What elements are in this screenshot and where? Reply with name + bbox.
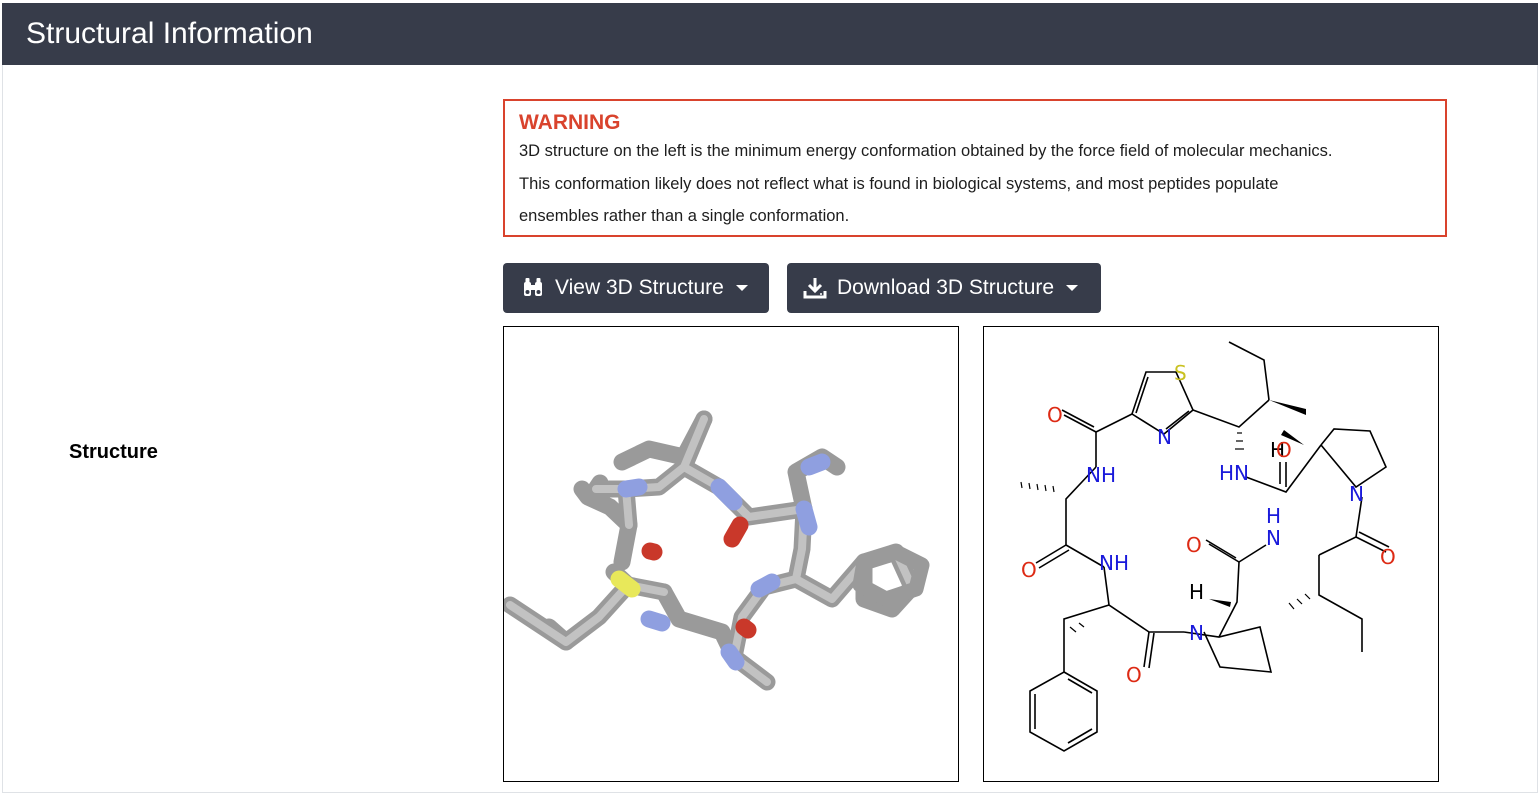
oxygen-atom-label: O xyxy=(1276,438,1292,462)
nitrogen-atom-label: N xyxy=(1189,621,1204,645)
h-atom-label: H xyxy=(1266,504,1281,528)
structure-3d-viewer[interactable] xyxy=(503,326,959,782)
section-title: Structural Information xyxy=(26,17,313,50)
warning-line: This conformation likely does not reflec… xyxy=(519,174,1279,193)
structure-row-label: Structure xyxy=(69,441,158,463)
warning-text: 3D structure on the left is the minimum … xyxy=(519,135,1431,233)
oxygen-atom-label: O xyxy=(1126,663,1142,687)
oxygen-atom-label: O xyxy=(1380,545,1396,569)
nitrogen-atom-label: N xyxy=(1349,482,1364,506)
binoculars-icon xyxy=(521,276,545,300)
structure-2d-diagram: S N O NH HN H O N H N O O O NH H N O xyxy=(983,326,1439,782)
oxygen-atom-label: O xyxy=(1021,558,1037,582)
oxygen-atom-label: O xyxy=(1047,403,1063,427)
warning-title: WARNING xyxy=(519,111,621,134)
view-3d-structure-button[interactable]: View 3D Structure xyxy=(503,263,769,313)
nitrogen-atom-label: N xyxy=(1157,425,1172,449)
hn-label: HN xyxy=(1219,461,1249,485)
download-3d-structure-button[interactable]: Download 3D Structure xyxy=(787,263,1101,313)
chevron-down-icon xyxy=(1066,285,1079,291)
chevron-down-icon xyxy=(735,285,748,291)
card-header: Structural Information xyxy=(2,3,1538,65)
structure-2d-image: S N O NH HN H O N H N O O O NH H N O xyxy=(1020,341,1396,752)
h-atom-label: H xyxy=(1189,580,1204,604)
download-icon xyxy=(803,276,827,300)
nitrogen-atom-label: N xyxy=(1266,526,1281,550)
nh-label: NH xyxy=(1099,551,1129,575)
nh-label: NH xyxy=(1086,463,1116,487)
warning-line: ensembles rather than a single conformat… xyxy=(519,207,850,225)
sulfur-atom-label: S xyxy=(1174,361,1187,385)
structure-3d-image xyxy=(504,410,930,691)
warning-box: WARNING 3D structure on the left is the … xyxy=(503,99,1447,237)
warning-line: 3D structure on the left is the minimum … xyxy=(519,142,1333,160)
download-3d-structure-label: Download 3D Structure xyxy=(837,276,1055,299)
oxygen-atom-label: O xyxy=(1186,533,1202,557)
view-3d-structure-label: View 3D Structure xyxy=(555,276,724,299)
